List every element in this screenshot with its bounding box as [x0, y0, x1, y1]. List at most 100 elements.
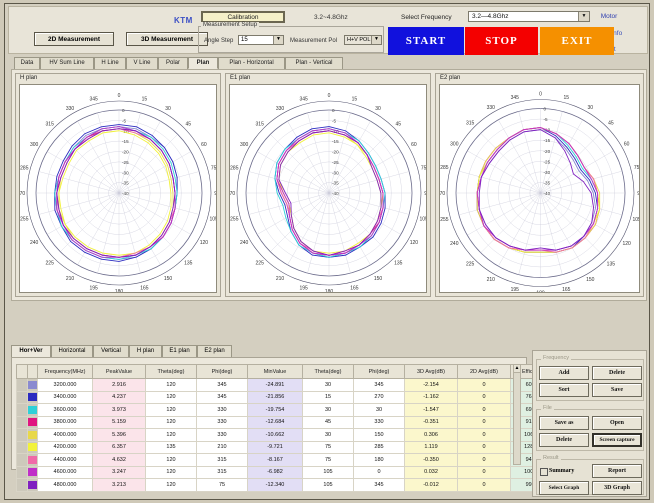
- report-button[interactable]: Report: [592, 464, 642, 478]
- svg-text:-35: -35: [332, 181, 339, 186]
- table-tab-horizontal[interactable]: Horizontal: [51, 345, 93, 357]
- table-cell: 0.306: [404, 428, 458, 442]
- table-tab-e2-plan[interactable]: E2 plan: [197, 345, 232, 357]
- add-button[interactable]: Add: [539, 366, 589, 380]
- table-tab-hor-ver[interactable]: Hor+Ver: [11, 345, 51, 357]
- table-row[interactable]: 3800.0005.159120330-12.68445330-0.351091…: [16, 415, 566, 429]
- table-row[interactable]: 4400.0004.632120315-8.16775180-0.350094.…: [16, 453, 566, 467]
- tab-h-line[interactable]: H Line: [94, 57, 126, 69]
- table-cell: 180: [353, 453, 405, 467]
- delete-file-button[interactable]: Delete: [539, 433, 589, 447]
- row-select-cell[interactable]: [16, 415, 28, 429]
- tab-plan-horizontal[interactable]: Plan - Horizontal: [218, 57, 285, 69]
- table-row[interactable]: 4200.0006.357135210-9.721752851.1190128.…: [16, 440, 566, 454]
- svg-text:330: 330: [66, 106, 75, 112]
- row-color-swatch[interactable]: [27, 378, 38, 392]
- svg-text:135: 135: [394, 260, 403, 266]
- column-header[interactable]: Theta(deg): [302, 364, 354, 379]
- table-tab-h-plan[interactable]: H plan: [129, 345, 162, 357]
- row-select-cell[interactable]: [16, 440, 28, 454]
- svg-text:-5: -5: [332, 118, 337, 123]
- column-header[interactable]: Theta(deg): [145, 364, 197, 379]
- stop-button[interactable]: STOP: [465, 27, 538, 55]
- row-color-swatch[interactable]: [27, 440, 38, 454]
- table-cell: -24.891: [247, 378, 303, 392]
- table-tab-e1-plan[interactable]: E1 plan: [162, 345, 197, 357]
- table-cell: 4000.000: [37, 428, 93, 442]
- table-cell: -0.351: [404, 415, 458, 429]
- table-row[interactable]: 3400.0004.237120345-21.85615270-1.162076…: [16, 390, 566, 404]
- column-header[interactable]: 3D Avg(dB): [404, 364, 458, 379]
- svg-text:165: 165: [350, 286, 359, 292]
- column-header[interactable]: Phi(deg): [353, 364, 405, 379]
- table-tab-vertical[interactable]: Vertical: [93, 345, 129, 357]
- 3d-graph-button[interactable]: 3D Graph: [592, 481, 642, 495]
- scroll-up-icon[interactable]: ▲: [514, 365, 520, 373]
- table-row[interactable]: 4000.0005.396120330-10.662301500.3060106…: [16, 428, 566, 442]
- table-row[interactable]: 3200.0002.916120345-24.89130345-2.154060…: [16, 378, 566, 392]
- table-cell: 5.396: [92, 428, 146, 442]
- table-cell: 3800.000: [37, 415, 93, 429]
- row-select-cell[interactable]: [16, 465, 28, 479]
- tab-v-line[interactable]: V Line: [126, 57, 158, 69]
- row-select-cell[interactable]: [16, 478, 28, 492]
- tab-data[interactable]: Data: [14, 57, 40, 69]
- angle-step-combo[interactable]: 15 ▼: [238, 35, 284, 45]
- row-select-cell[interactable]: [16, 378, 28, 392]
- open-button[interactable]: Open: [592, 416, 642, 430]
- row-select-cell[interactable]: [16, 390, 28, 404]
- row-select-cell[interactable]: [16, 403, 28, 417]
- motor-link[interactable]: Motor: [577, 11, 641, 22]
- svg-text:30: 30: [587, 105, 593, 111]
- column-header[interactable]: 2D Avg(dB): [457, 364, 511, 379]
- column-header[interactable]: Frequency(MHz): [37, 364, 93, 379]
- start-button[interactable]: START: [388, 27, 464, 55]
- chevron-down-icon[interactable]: ▼: [371, 36, 381, 44]
- result-group-label: Result: [541, 455, 561, 461]
- column-header[interactable]: MinValue: [247, 364, 303, 379]
- measurement-pol-combo[interactable]: H+V POL ▼: [344, 35, 382, 45]
- save-button[interactable]: Save: [592, 383, 642, 397]
- row-color-swatch[interactable]: [27, 428, 38, 442]
- exit-button[interactable]: EXIT: [540, 27, 614, 55]
- 2d-measurement-button[interactable]: 2D Measurement: [34, 32, 114, 46]
- svg-text:345: 345: [511, 95, 520, 101]
- svg-text:75: 75: [634, 165, 640, 171]
- delete-frequency-button[interactable]: Delete: [592, 366, 642, 380]
- screen-capture-button[interactable]: Screen capture: [592, 433, 642, 447]
- svg-text:0: 0: [118, 93, 121, 99]
- chevron-down-icon[interactable]: ▼: [273, 36, 283, 44]
- summary-checkbox[interactable]: Summary: [540, 465, 590, 477]
- 3d-measurement-button[interactable]: 3D Measurement: [126, 32, 208, 46]
- tab-plan[interactable]: Plan: [188, 57, 218, 69]
- row-select-cell[interactable]: [16, 428, 28, 442]
- row-color-swatch[interactable]: [27, 453, 38, 467]
- measurement-pol-label: Measurement Pol: [290, 38, 338, 44]
- row-color-swatch[interactable]: [27, 403, 38, 417]
- tab-polar[interactable]: Polar: [158, 57, 188, 69]
- sort-button[interactable]: Sort: [539, 383, 589, 397]
- select-frequency-combo[interactable]: 3.2—4.8Ghz ▼: [468, 11, 590, 22]
- row-color-swatch[interactable]: [27, 390, 38, 404]
- save-as-button[interactable]: Save as: [539, 416, 589, 430]
- polar-plot: 0 15 30 45 60 75 90 105 120 135 150 165 180 195 210 225…: [229, 84, 427, 293]
- table-scrollbar[interactable]: ▲: [513, 364, 521, 465]
- table-cell: 3.973: [92, 403, 146, 417]
- table-row[interactable]: 4600.0003.247120315-6.98210500.0320100.2…: [16, 465, 566, 479]
- table-cell: 0: [457, 390, 511, 404]
- row-color-swatch[interactable]: [27, 465, 38, 479]
- row-select-cell[interactable]: [16, 453, 28, 467]
- table-cell: 3.213: [92, 478, 146, 492]
- column-header[interactable]: PeakValue: [92, 364, 146, 379]
- row-color-swatch[interactable]: [27, 415, 38, 429]
- row-color-swatch[interactable]: [27, 478, 38, 492]
- tab-plan-vertical[interactable]: Plan - Vertical: [285, 57, 343, 69]
- column-header[interactable]: Phi(deg): [196, 364, 248, 379]
- table-row[interactable]: 4800.0003.21312075-12.340105345-0.012099…: [16, 478, 566, 492]
- svg-text:30: 30: [165, 106, 171, 112]
- svg-text:60: 60: [201, 142, 207, 148]
- table-row[interactable]: 3600.0003.973120330-19.7543030-1.547069.…: [16, 403, 566, 417]
- svg-text:105: 105: [419, 216, 427, 222]
- tab-hv-sum-line[interactable]: HV Sum Line: [40, 57, 94, 69]
- select-graph-button[interactable]: Select Graph: [539, 481, 589, 495]
